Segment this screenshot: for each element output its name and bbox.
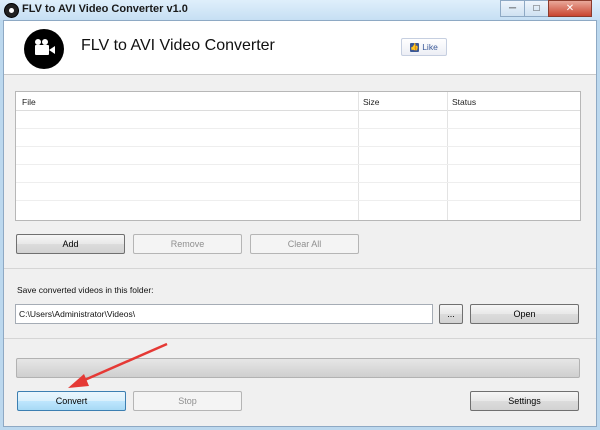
divider: [4, 338, 596, 339]
app-header: FLV to AVI Video Converter 👍 Like: [4, 21, 596, 75]
output-folder-label: Save converted videos in this folder:: [17, 285, 154, 295]
maximize-button[interactable]: □: [524, 0, 549, 17]
thumbs-up-icon: 👍: [410, 42, 420, 52]
browse-button[interactable]: ...: [439, 304, 463, 324]
window-title: FLV to AVI Video Converter v1.0: [22, 3, 188, 15]
open-folder-button[interactable]: Open: [470, 304, 579, 324]
table-row: [16, 164, 580, 165]
close-button[interactable]: ✕: [548, 0, 592, 17]
remove-button[interactable]: Remove: [133, 234, 242, 254]
column-header-file[interactable]: File: [22, 97, 36, 107]
app-title: FLV to AVI Video Converter: [81, 37, 275, 54]
like-label: Like: [422, 42, 438, 52]
stop-button[interactable]: Stop: [133, 391, 242, 411]
convert-button[interactable]: Convert: [17, 391, 126, 411]
conversion-progress-bar: [16, 358, 580, 378]
output-folder-input[interactable]: [15, 304, 433, 324]
file-list-table[interactable]: File Size Status: [15, 91, 581, 221]
settings-button[interactable]: Settings: [470, 391, 579, 411]
table-row: [16, 200, 580, 201]
window-titlebar: FLV to AVI Video Converter v1.0 ─ □ ✕: [0, 0, 600, 20]
divider: [4, 268, 596, 269]
column-header-size[interactable]: Size: [363, 97, 380, 107]
table-row: [16, 128, 580, 129]
table-row: [16, 146, 580, 147]
app-icon: [4, 3, 19, 18]
clear-all-button[interactable]: Clear All: [250, 234, 359, 254]
add-button[interactable]: Add: [16, 234, 125, 254]
video-camera-icon: [24, 29, 64, 69]
like-button[interactable]: 👍 Like: [401, 38, 447, 56]
minimize-button[interactable]: ─: [500, 0, 525, 17]
window-controls: ─ □ ✕: [500, 0, 592, 17]
table-header: File Size Status: [16, 92, 580, 111]
table-row: [16, 182, 580, 183]
column-header-status[interactable]: Status: [452, 97, 476, 107]
